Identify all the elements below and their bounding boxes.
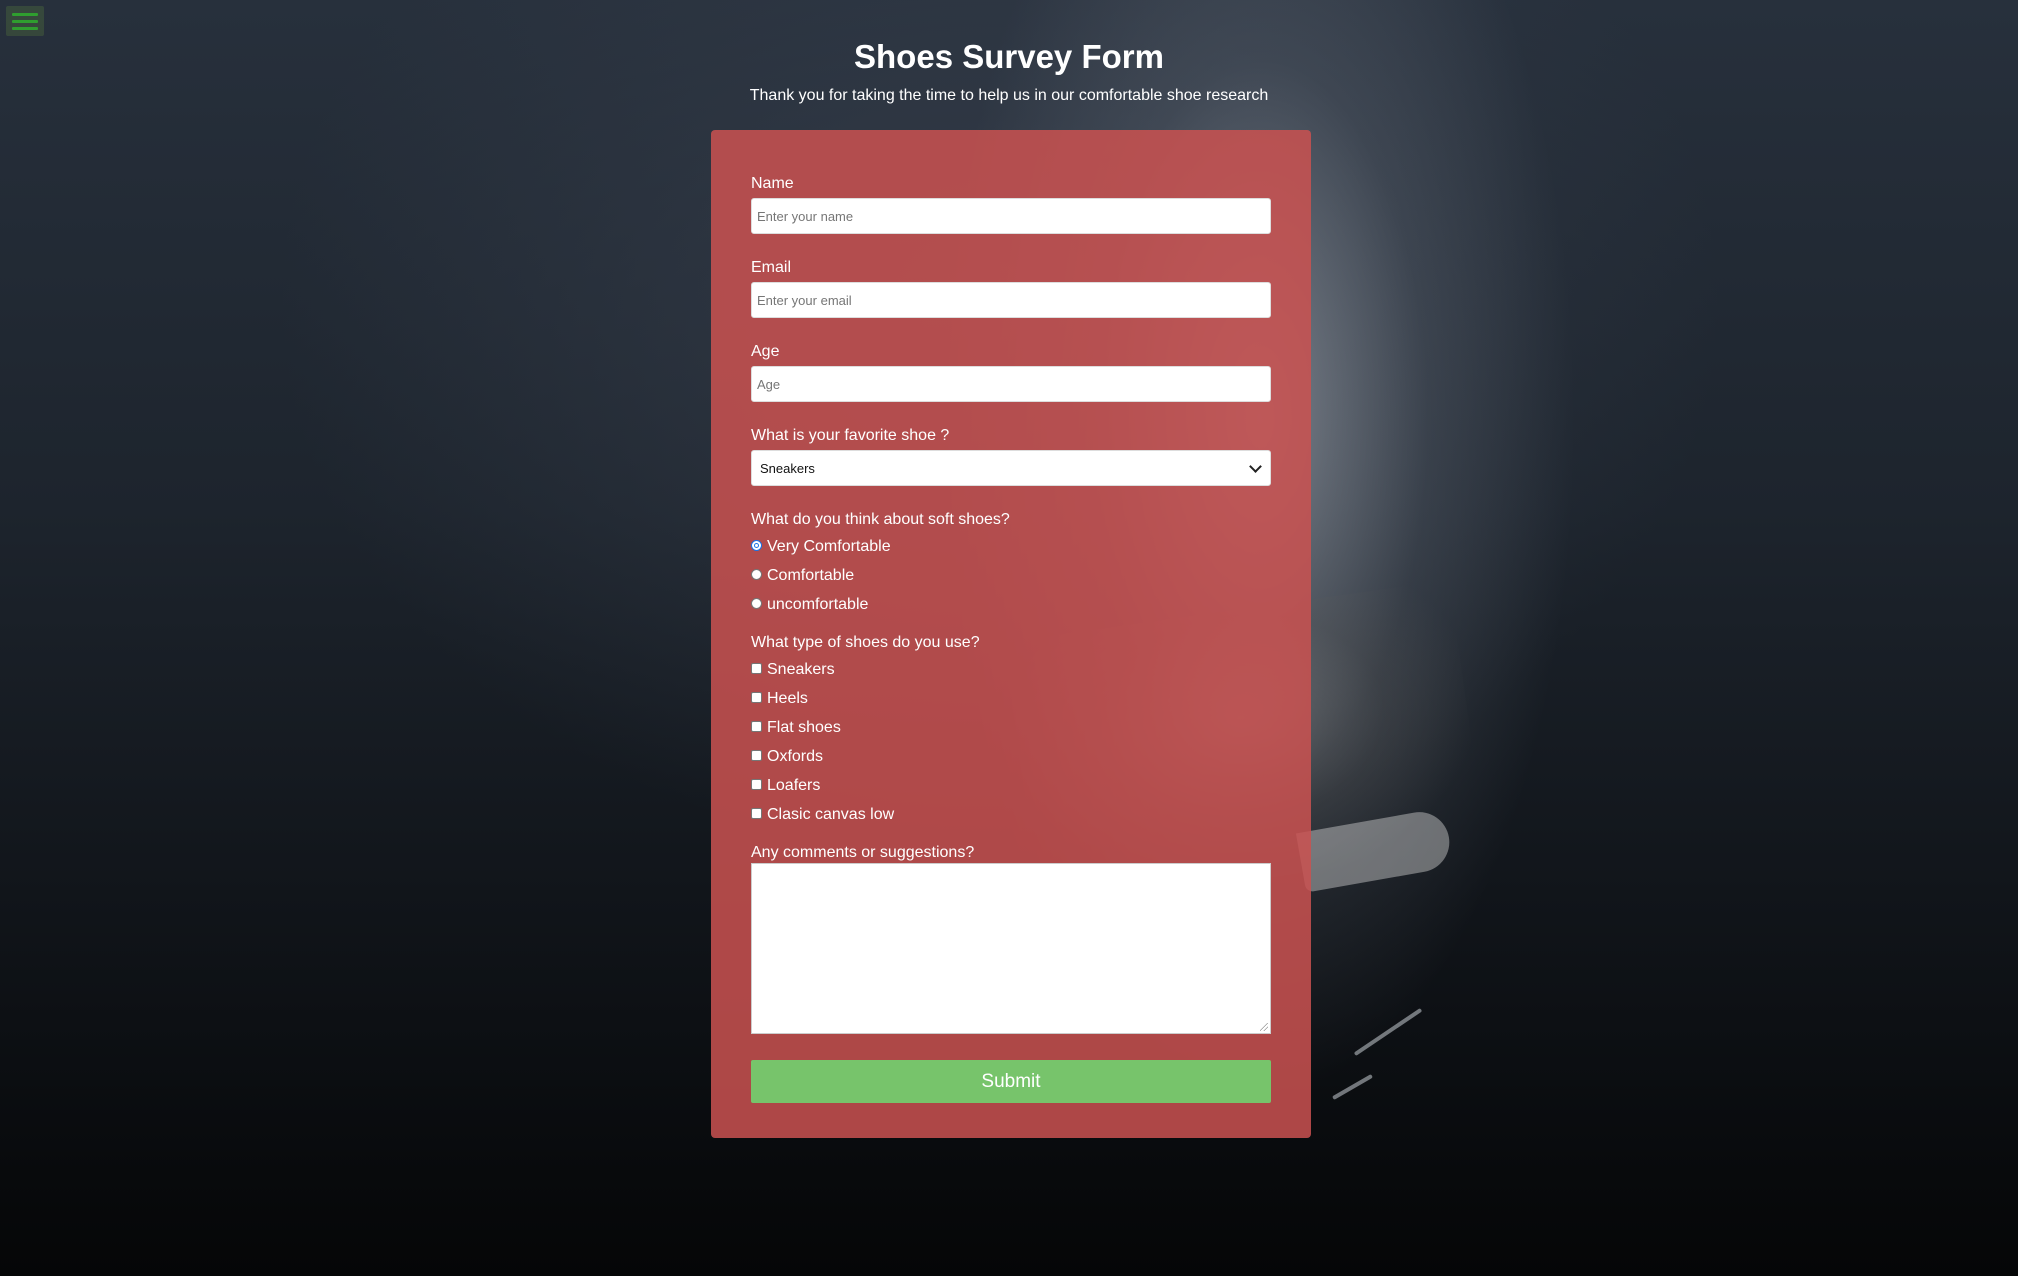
type-option-flat-shoes[interactable]: Flat shoes (751, 713, 1271, 742)
checkbox[interactable] (751, 662, 762, 674)
hamburger-menu-icon (12, 12, 38, 16)
type-option-loafers[interactable]: Loafers (751, 771, 1271, 800)
soft-shoes-label: What do you think about soft shoes? (751, 511, 1010, 528)
age-input[interactable] (751, 366, 1271, 402)
email-input[interactable] (751, 282, 1271, 318)
hamburger-menu-icon (12, 26, 38, 30)
age-group: Age (751, 342, 1271, 402)
shoe-types-group: What type of shoes do you use? Sneakers … (751, 633, 1271, 829)
option-label: Clasic canvas low (767, 805, 895, 823)
radio-button[interactable] (751, 568, 762, 580)
comments-label: Any comments or suggestions? (751, 844, 975, 861)
email-label: Email (751, 259, 792, 276)
favorite-shoe-select[interactable]: Sneakers (751, 450, 1271, 486)
radio-button[interactable] (751, 539, 762, 551)
checkbox[interactable] (751, 691, 762, 703)
soft-option-very-comfortable[interactable]: Very Comfortable (751, 532, 1271, 561)
option-label: uncomfortable (767, 595, 869, 613)
email-group: Email (751, 258, 1271, 318)
shoe-types-label: What type of shoes do you use? (751, 634, 980, 651)
option-label: Heels (767, 689, 808, 707)
checkbox[interactable] (751, 720, 762, 732)
page-description: Thank you for taking the time to help us… (749, 87, 1269, 104)
comments-group: Any comments or suggestions? (751, 843, 1271, 1034)
soft-option-uncomfortable[interactable]: uncomfortable (751, 590, 1271, 619)
checkbox[interactable] (751, 807, 762, 819)
option-label: Sneakers (767, 660, 835, 678)
hamburger-menu-icon (12, 19, 38, 23)
favorite-shoe-label: What is your favorite shoe ? (751, 427, 950, 444)
favorite-shoe-group: What is your favorite shoe ? Sneakers (751, 426, 1271, 486)
option-label: Oxfords (767, 747, 824, 765)
option-label: Comfortable (767, 566, 855, 584)
name-group: Name (751, 174, 1271, 234)
checkbox[interactable] (751, 778, 762, 790)
type-option-sneakers[interactable]: Sneakers (751, 655, 1271, 684)
favorite-shoe-selected-value: Sneakers (760, 460, 815, 476)
chevron-down-icon (1249, 459, 1262, 473)
type-option-oxfords[interactable]: Oxfords (751, 742, 1271, 771)
soft-shoes-group: What do you think about soft shoes? Very… (751, 510, 1271, 619)
option-label: Very Comfortable (767, 537, 891, 555)
name-input[interactable] (751, 198, 1271, 234)
option-label: Flat shoes (767, 718, 841, 736)
radio-button[interactable] (751, 597, 762, 609)
survey-form: Name Email Age What is your favorite sho… (711, 130, 1311, 1138)
page-header: Shoes Survey Form Thank you for taking t… (0, 36, 2018, 106)
option-label: Loafers (767, 776, 821, 794)
page-title: Shoes Survey Form (854, 38, 1164, 75)
menu-button[interactable] (6, 6, 44, 36)
age-label: Age (751, 343, 780, 360)
name-label: Name (751, 175, 794, 192)
comments-textarea[interactable] (751, 863, 1271, 1034)
soft-option-comfortable[interactable]: Comfortable (751, 561, 1271, 590)
type-option-clasic-canvas-low[interactable]: Clasic canvas low (751, 800, 1271, 829)
submit-button[interactable]: Submit (751, 1060, 1271, 1103)
type-option-heels[interactable]: Heels (751, 684, 1271, 713)
resize-handle-icon[interactable] (1260, 1023, 1268, 1031)
checkbox[interactable] (751, 749, 762, 761)
